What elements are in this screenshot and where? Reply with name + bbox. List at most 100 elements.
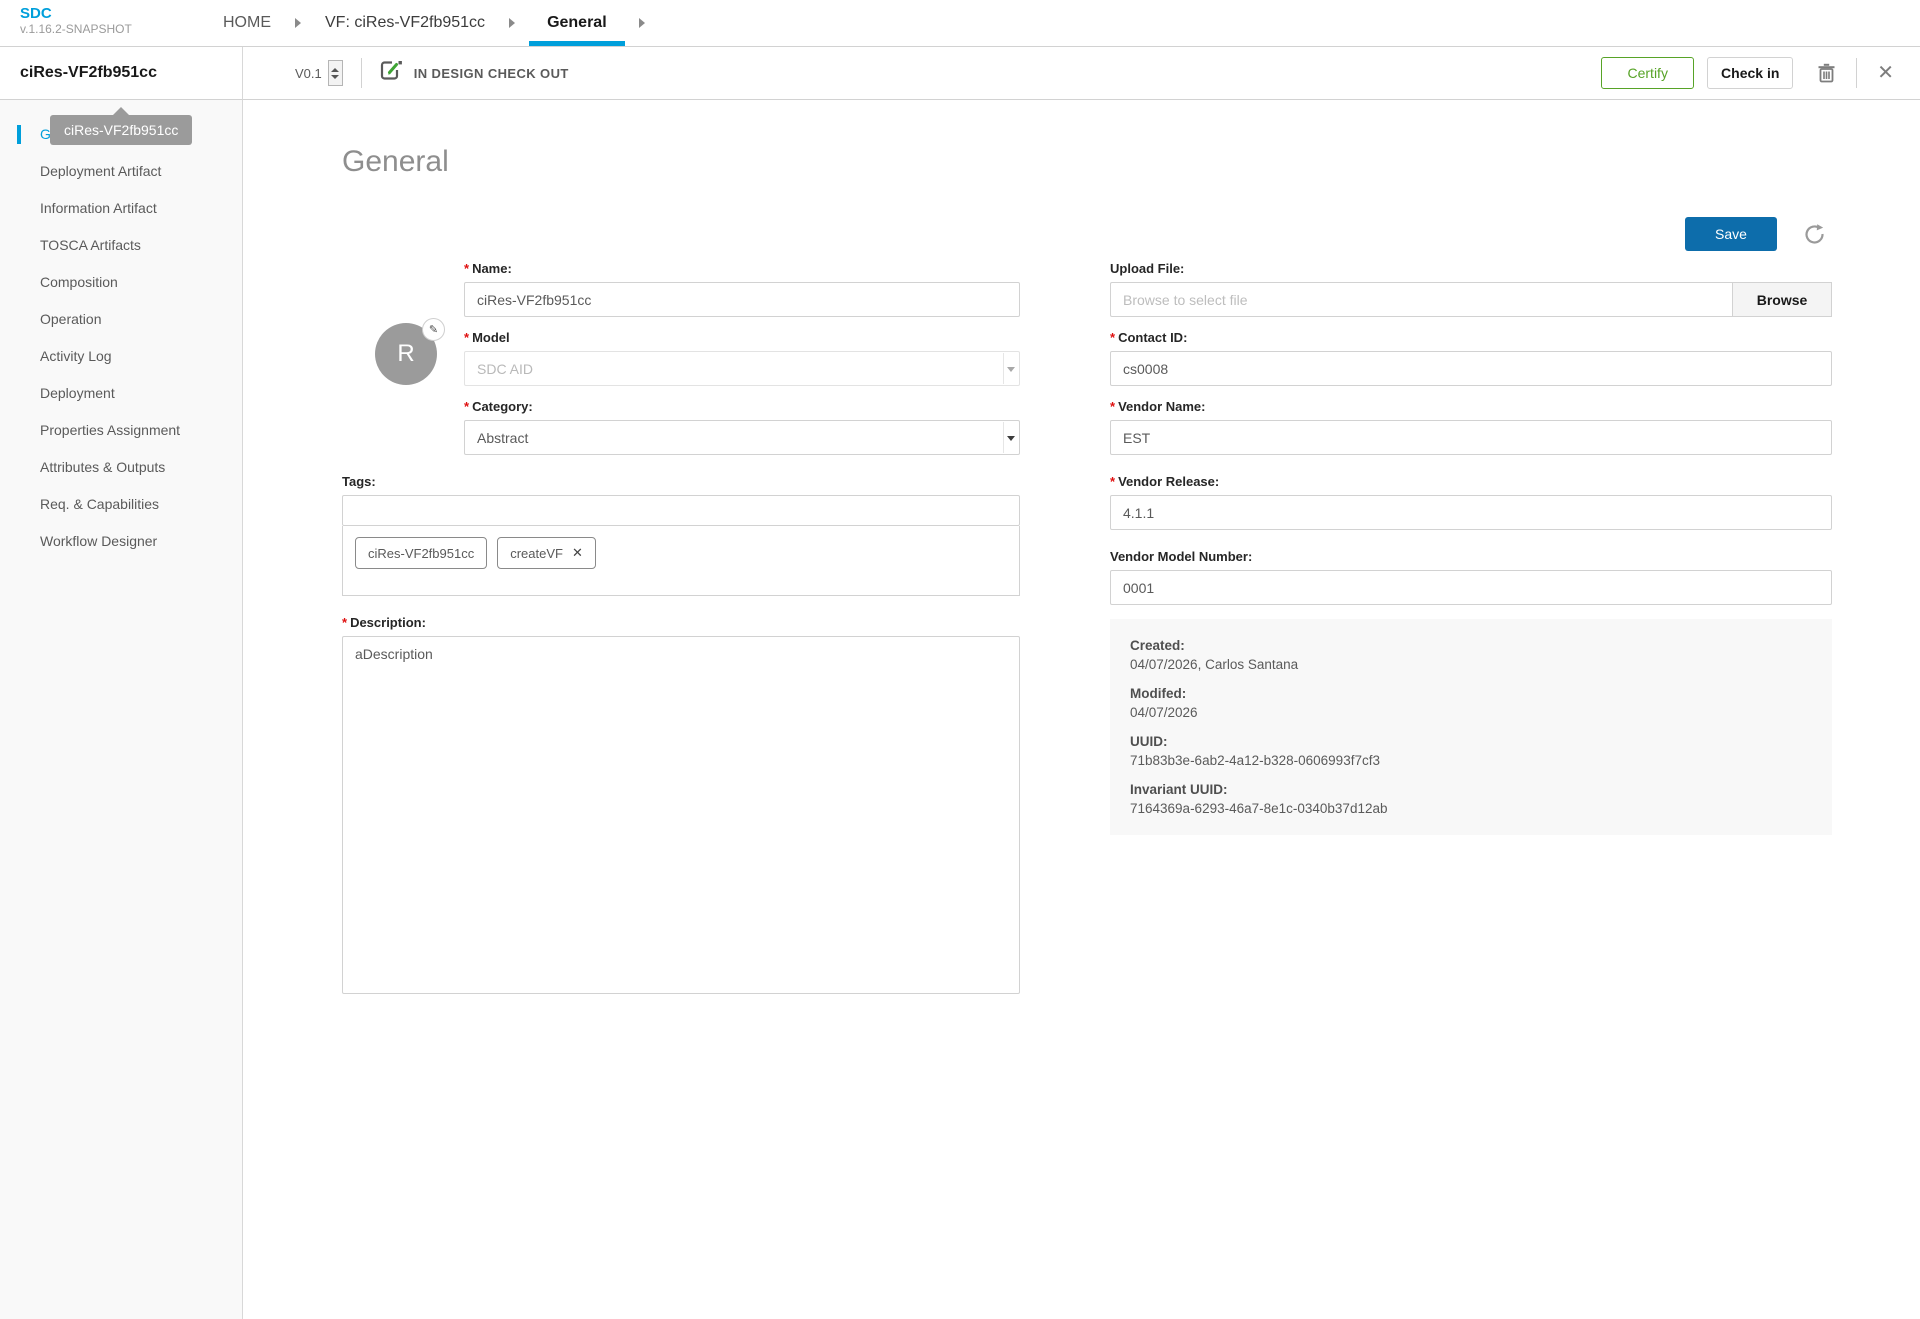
active-indicator [17, 125, 21, 144]
version-selector[interactable] [327, 60, 343, 86]
tags-label: Tags: [342, 474, 376, 489]
sidebar-item-label: Activity Log [40, 348, 112, 364]
required-marker: * [1110, 474, 1116, 489]
vendor-release-label: * Vendor Release: [1110, 474, 1220, 489]
page-layout: General Deployment Artifact Information … [0, 100, 1920, 1319]
name-label: * Name: [464, 261, 512, 276]
browse-button[interactable]: Browse [1732, 282, 1832, 317]
sidebar-item-tosca-artifacts[interactable]: TOSCA Artifacts [0, 227, 242, 264]
model-label: * Model [464, 330, 510, 345]
created-meta: Created: 04/07/2026, Carlos Santana [1130, 636, 1812, 674]
sidebar-item-label: Composition [40, 274, 118, 290]
resource-avatar: R ✎ [375, 318, 445, 385]
sidebar-item-label: Req. & Capabilities [40, 496, 160, 512]
contact-id-input[interactable] [1110, 351, 1832, 386]
required-marker: * [1110, 330, 1116, 345]
category-select[interactable]: Abstract [464, 420, 1020, 455]
upload-field-group: Upload File: Browse [1110, 261, 1832, 317]
upload-file-input[interactable] [1110, 282, 1732, 317]
vendor-model-field-group: Vendor Model Number: [1110, 549, 1832, 605]
uuid-label: UUID: [1130, 734, 1168, 749]
remove-tag-icon[interactable]: ✕ [572, 545, 583, 561]
tags-chips-container: ciRes-VF2fb951cc createVF ✕ [342, 526, 1020, 596]
breadcrumb-general[interactable]: General [529, 0, 625, 46]
sidebar-item-label: Attributes & Outputs [40, 459, 166, 475]
sidebar-item-label: Properties Assignment [40, 422, 181, 438]
form-left-column: R ✎ *Name: *Model SDC AID *Categ [342, 217, 1020, 1012]
sidebar-item-label: Workflow Designer [40, 533, 158, 549]
name-input[interactable] [464, 282, 1020, 317]
asset-title: ciRes-VF2fb951cc [20, 64, 157, 81]
uuid-value: 71b83b3e-6ab2-4a12-b328-0606993f7cf3 [1130, 753, 1380, 768]
sidebar-item-label: Deployment [40, 385, 115, 401]
spinner-up-icon [331, 67, 340, 72]
name-field-group: * Name: [464, 261, 1020, 317]
vendor-release-input[interactable] [1110, 495, 1832, 530]
logo-text: SDC [20, 5, 52, 22]
category-label: * Category: [464, 399, 533, 414]
modified-meta: Modifed: 04/07/2026 [1130, 684, 1812, 722]
breadcrumb-arrow-icon [295, 18, 301, 28]
vendor-model-input[interactable] [1110, 570, 1832, 605]
description-field-group: * Description: aDescription [342, 615, 1020, 999]
edit-icon-button[interactable]: ✎ [422, 318, 445, 341]
sidebar-item-deployment-artifact[interactable]: Deployment Artifact [0, 153, 242, 190]
divider [360, 58, 362, 88]
tags-field-group: Tags: ciRes-VF2fb951cc createVF ✕ [342, 474, 1020, 596]
required-marker: * [464, 399, 470, 414]
revert-icon[interactable] [1797, 217, 1832, 252]
description-textarea[interactable]: aDescription [342, 636, 1020, 994]
required-marker: * [464, 330, 470, 345]
tag-chip-label: createVF [510, 545, 563, 561]
close-icon[interactable]: ✕ [1871, 57, 1900, 89]
sidebar-item-req-capabilities[interactable]: Req. & Capabilities [0, 486, 242, 523]
sidebar-item-label: Deployment Artifact [40, 163, 162, 179]
upload-group: Browse [1110, 282, 1832, 317]
certify-button[interactable]: Certify [1601, 57, 1695, 89]
asset-name-tooltip: ciRes-VF2fb951cc [50, 107, 193, 145]
invariant-uuid-meta: Invariant UUID: 7164369a-6293-46a7-8e1c-… [1130, 780, 1812, 818]
tag-chip[interactable]: ciRes-VF2fb951cc [355, 537, 488, 569]
sidebar-item-information-artifact[interactable]: Information Artifact [0, 190, 242, 227]
invariant-uuid-label: Invariant UUID: [1130, 782, 1228, 797]
divider [1856, 58, 1858, 88]
breadcrumb-arrow-icon [638, 18, 645, 28]
vendor-name-input[interactable] [1110, 420, 1832, 455]
spinner-down-icon [331, 74, 340, 79]
required-marker: * [464, 261, 470, 276]
lifecycle-state: IN DESIGN CHECK OUT [380, 60, 569, 86]
tag-chip-label: ciRes-VF2fb951cc [368, 545, 475, 561]
category-field-group: * Category: Abstract [464, 399, 1020, 455]
sidebar-item-workflow-designer[interactable]: Workflow Designer [0, 523, 242, 560]
sidebar-item-properties-assignment[interactable]: Properties Assignment [0, 412, 242, 449]
vendor-release-field-group: * Vendor Release: [1110, 474, 1832, 530]
category-value: Abstract [477, 429, 529, 446]
save-button[interactable]: Save [1685, 217, 1777, 251]
sdc-logo[interactable]: SDC v.1.16.2-SNAPSHOT [0, 0, 213, 46]
sidebar-item-operation[interactable]: Operation [0, 301, 242, 338]
breadcrumb-home[interactable]: HOME [213, 0, 281, 46]
tags-input[interactable] [342, 495, 1020, 526]
metadata-panel: Created: 04/07/2026, Carlos Santana Modi… [1110, 619, 1832, 835]
sidebar: General Deployment Artifact Information … [0, 100, 243, 1319]
save-row: Save [1110, 217, 1832, 251]
breadcrumb-vf[interactable]: VF: ciRes-VF2fb951cc [315, 0, 495, 46]
sidebar-item-attributes-outputs[interactable]: Attributes & Outputs [0, 449, 242, 486]
breadcrumb-arrow-icon [509, 18, 516, 28]
sidebar-item-composition[interactable]: Composition [0, 264, 242, 301]
delete-button[interactable] [1811, 57, 1842, 89]
asset-toolbar: V0.1 IN DESIGN CHECK OUT Certify Check i… [243, 47, 1920, 100]
tag-chip[interactable]: createVF ✕ [497, 537, 596, 569]
breadcrumb-vf-label: VF: ciRes-VF2fb951cc [325, 14, 486, 31]
description-label: * Description: [342, 615, 426, 630]
app-version: v.1.16.2-SNAPSHOT [20, 22, 132, 36]
created-label: Created: [1130, 638, 1185, 653]
sidebar-item-activity-log[interactable]: Activity Log [0, 338, 242, 375]
sidebar-item-label: TOSCA Artifacts [40, 237, 141, 253]
checkin-button[interactable]: Check in [1707, 57, 1794, 89]
general-form: R ✎ *Name: *Model SDC AID *Categ [342, 217, 1920, 1012]
top-nav-bar: SDC v.1.16.2-SNAPSHOT HOME VF: ciRes-VF2… [0, 0, 1920, 47]
sidebar-item-label: Information Artifact [40, 200, 157, 216]
sidebar-item-deployment[interactable]: Deployment [0, 375, 242, 412]
vendor-model-label: Vendor Model Number: [1110, 549, 1253, 564]
